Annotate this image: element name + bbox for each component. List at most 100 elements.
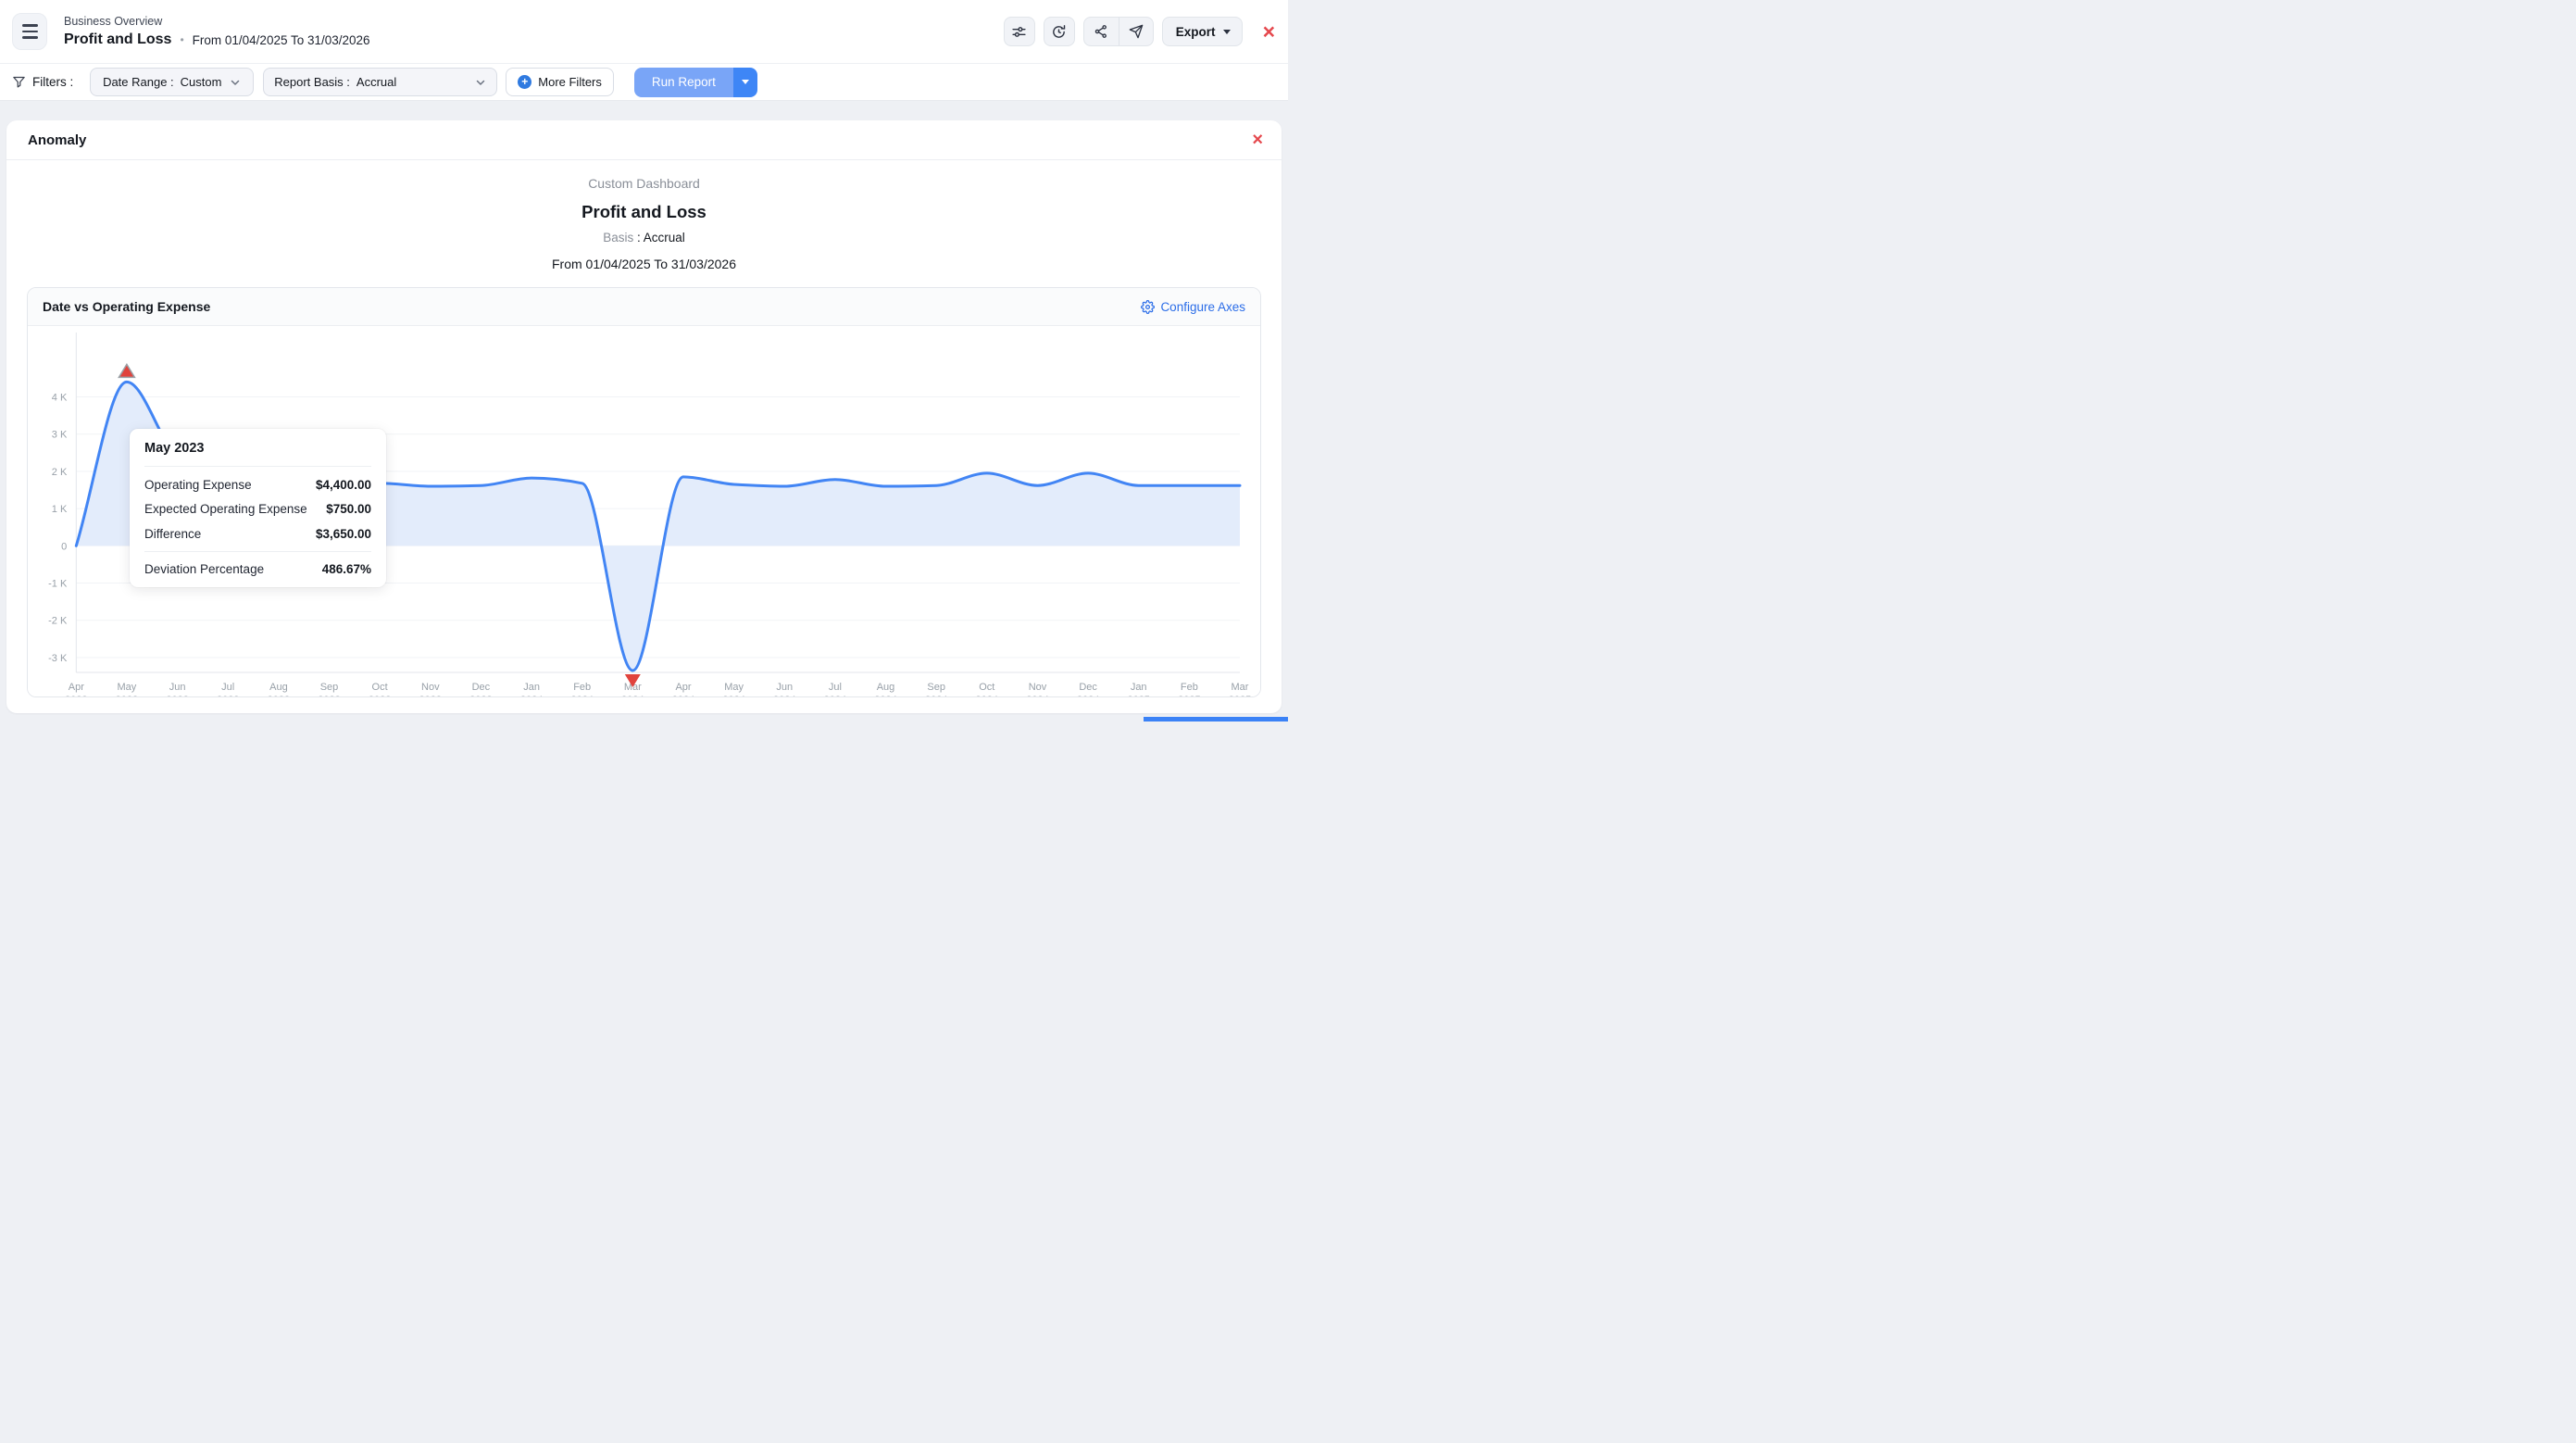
- svg-text:2024: 2024: [824, 695, 846, 697]
- share-send-group: [1083, 17, 1154, 46]
- date-range-dropdown[interactable]: Date Range : Custom: [90, 68, 254, 96]
- export-button[interactable]: Export: [1162, 17, 1243, 46]
- more-filters-label: More Filters: [538, 75, 602, 89]
- svg-text:2024: 2024: [570, 695, 593, 697]
- configure-axes-label: Configure Axes: [1160, 300, 1245, 314]
- report-heading-block: Custom Dashboard Profit and Loss Basis :…: [6, 160, 1282, 271]
- date-range-label: Date Range :: [103, 75, 174, 89]
- anomaly-panel: Anomaly × Custom Dashboard Profit and Lo…: [6, 120, 1282, 713]
- anomaly-panel-header: Anomaly ×: [6, 120, 1282, 160]
- header-actions: Export ×: [1004, 17, 1275, 46]
- svg-text:2023: 2023: [116, 695, 138, 697]
- header-title-block: Business Overview Profit and Loss • From…: [64, 15, 370, 48]
- svg-text:Jun: Jun: [776, 682, 793, 693]
- funnel-icon: [12, 75, 26, 89]
- close-page-button[interactable]: ×: [1263, 21, 1275, 43]
- configure-axes-link[interactable]: Configure Axes: [1141, 300, 1245, 314]
- svg-text:Aug: Aug: [877, 682, 895, 693]
- svg-text:2024: 2024: [925, 695, 947, 697]
- filters-label: Filters :: [12, 75, 73, 89]
- more-filters-button[interactable]: + More Filters: [506, 68, 614, 96]
- report-basis-value: Accrual: [356, 75, 396, 89]
- chevron-down-icon: [230, 77, 241, 88]
- refresh-clock-icon: [1051, 24, 1067, 40]
- svg-text:2023: 2023: [318, 695, 340, 697]
- svg-text:2023: 2023: [369, 695, 391, 697]
- svg-text:4 K: 4 K: [52, 393, 68, 404]
- anomaly-close-button[interactable]: ×: [1252, 131, 1263, 149]
- anomaly-title: Anomaly: [28, 132, 86, 148]
- svg-text:Jul: Jul: [221, 682, 234, 693]
- paper-plane-icon: [1129, 24, 1144, 39]
- svg-text:2024: 2024: [1077, 695, 1099, 697]
- tooltip-row: Expected Operating Expense $750.00: [144, 502, 371, 516]
- app-header: Business Overview Profit and Loss • From…: [0, 0, 1288, 64]
- tooltip-row: Difference $3,650.00: [144, 527, 371, 541]
- svg-text:Apr: Apr: [69, 682, 84, 693]
- send-button[interactable]: [1119, 18, 1153, 45]
- svg-text:-3 K: -3 K: [48, 653, 68, 664]
- page-content: Anomaly × Custom Dashboard Profit and Lo…: [0, 101, 1288, 713]
- svg-text:Oct: Oct: [979, 682, 994, 693]
- svg-text:2024: 2024: [874, 695, 896, 697]
- chart-card-header: Date vs Operating Expense Configure Axes: [28, 288, 1260, 326]
- page-title: Profit and Loss: [64, 31, 171, 48]
- svg-text:Jun: Jun: [169, 682, 186, 693]
- svg-text:2024: 2024: [1026, 695, 1048, 697]
- plus-circle-icon: +: [518, 75, 531, 89]
- svg-text:Dec: Dec: [472, 682, 491, 693]
- chart-tooltip: May 2023 Operating Expense $4,400.00 Exp…: [130, 429, 386, 587]
- svg-text:Jan: Jan: [523, 682, 540, 693]
- report-basis-label: Report Basis :: [274, 75, 350, 89]
- svg-text:2023: 2023: [65, 695, 87, 697]
- svg-text:Feb: Feb: [573, 682, 591, 693]
- svg-text:2025: 2025: [1178, 695, 1200, 697]
- report-basis-dropdown[interactable]: Report Basis : Accrual: [263, 68, 497, 96]
- run-report-split-button: Run Report: [634, 68, 757, 97]
- chart-title: Date vs Operating Expense: [43, 299, 210, 314]
- svg-text:Aug: Aug: [269, 682, 288, 693]
- hamburger-menu-button[interactable]: [12, 13, 47, 50]
- svg-text:May: May: [118, 682, 137, 693]
- export-label: Export: [1176, 25, 1216, 39]
- svg-text:Mar: Mar: [1232, 682, 1249, 693]
- svg-text:Jul: Jul: [829, 682, 842, 693]
- svg-text:1 K: 1 K: [52, 504, 68, 515]
- tooltip-row: Operating Expense $4,400.00: [144, 478, 371, 492]
- chevron-down-icon: [475, 77, 486, 88]
- basis-line: Basis : Accrual: [6, 231, 1282, 245]
- run-report-dropdown-toggle[interactable]: [733, 68, 757, 97]
- svg-text:2023: 2023: [217, 695, 239, 697]
- svg-text:Nov: Nov: [421, 682, 440, 693]
- sliders-icon: [1011, 24, 1027, 40]
- svg-text:2025: 2025: [1229, 695, 1251, 697]
- svg-text:Nov: Nov: [1029, 682, 1047, 693]
- svg-text:2023: 2023: [166, 695, 188, 697]
- share-nodes-icon: [1094, 24, 1108, 39]
- run-report-button[interactable]: Run Report: [634, 68, 733, 97]
- dashboard-label: Custom Dashboard: [6, 176, 1282, 191]
- bottom-scroll-indicator[interactable]: [1144, 717, 1288, 722]
- svg-text:2024: 2024: [976, 695, 998, 697]
- basis-label: Basis: [603, 231, 633, 245]
- svg-text:3 K: 3 K: [52, 430, 68, 441]
- report-title: Profit and Loss: [6, 202, 1282, 222]
- date-range-value: Custom: [181, 75, 222, 89]
- basis-value: Accrual: [644, 231, 685, 245]
- svg-text:Oct: Oct: [372, 682, 388, 693]
- svg-text:Feb: Feb: [1181, 682, 1198, 693]
- customize-button[interactable]: [1004, 17, 1035, 46]
- share-button[interactable]: [1084, 18, 1119, 45]
- svg-text:0: 0: [61, 541, 67, 552]
- svg-text:2024: 2024: [722, 695, 744, 697]
- svg-text:2024: 2024: [672, 695, 694, 697]
- filter-bar: Filters : Date Range : Custom Report Bas…: [0, 64, 1288, 101]
- refresh-history-button[interactable]: [1044, 17, 1075, 46]
- tooltip-summary-row: Deviation Percentage 486.67%: [144, 551, 371, 576]
- chart-plot-area[interactable]: 4 K3 K2 K1 K0-1 K-2 K-3 KApr2023May2023J…: [28, 326, 1260, 697]
- hamburger-icon: [22, 24, 38, 27]
- svg-text:Sep: Sep: [927, 682, 945, 693]
- svg-text:Sep: Sep: [320, 682, 339, 693]
- svg-text:2023: 2023: [268, 695, 290, 697]
- breadcrumb: Business Overview: [64, 15, 370, 28]
